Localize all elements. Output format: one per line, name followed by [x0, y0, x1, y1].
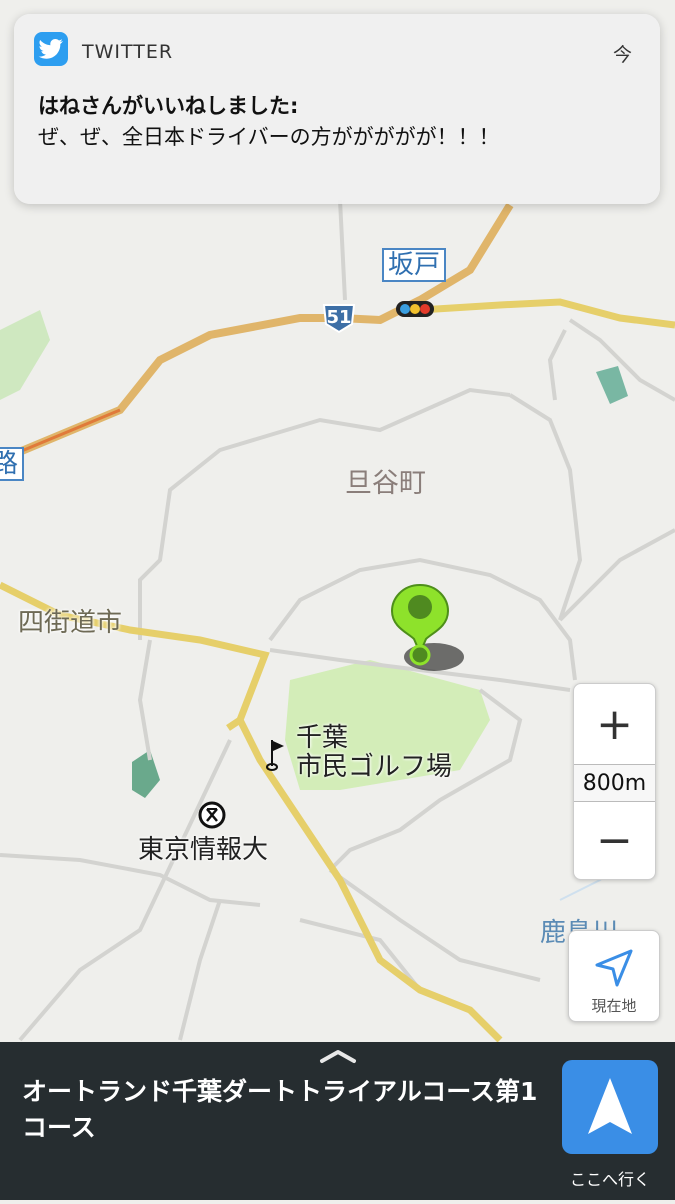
- road-label-edge: 路: [0, 447, 25, 481]
- destination-panel[interactable]: オートランド千葉ダートトライアルコース第1コース ここへ行く: [0, 1042, 675, 1200]
- poi-label-university: 東京情報大: [138, 835, 269, 865]
- zoom-control: + 800m −: [573, 683, 656, 880]
- current-location-button[interactable]: 現在地: [568, 930, 660, 1022]
- notification-app-name: TWITTER: [82, 41, 174, 63]
- place-label-sakado: 坂戸: [382, 248, 447, 282]
- school-symbol-icon: [198, 801, 226, 829]
- current-location-label: 現在地: [591, 997, 637, 1015]
- navigate-button[interactable]: [562, 1060, 658, 1154]
- destination-title: オートランド千葉ダートトライアルコース第1コース: [22, 1077, 538, 1142]
- navigation-arrow-icon: [588, 1078, 632, 1134]
- zoom-out-button[interactable]: −: [574, 800, 655, 879]
- traffic-light-icon: [396, 301, 434, 317]
- green-location-pin[interactable]: [384, 575, 468, 675]
- golf-flag-icon: [266, 740, 284, 771]
- notification-title: はねさんがいいねしました:: [38, 94, 299, 118]
- location-arrow-icon: [595, 949, 633, 987]
- poi-label-golf-line2: 市民ゴルフ場: [296, 752, 453, 782]
- route-number-label: 51: [326, 307, 352, 328]
- city-label-yotsukaido: 四街道市: [18, 608, 123, 638]
- navigate-label: ここへ行く: [569, 1170, 650, 1189]
- area-label-tanyacho: 旦谷町: [345, 468, 426, 499]
- twitter-bird-icon: [38, 39, 63, 59]
- notification-banner[interactable]: TWITTER 今 はねさんがいいねしました: ぜ、ぜ、全日本ドライバーの方がが…: [14, 14, 660, 204]
- zoom-in-button[interactable]: +: [574, 684, 655, 764]
- chevron-up-icon[interactable]: [318, 1048, 358, 1064]
- notification-body: ぜ、ぜ、全日本ドライバーの方ががががが！！！: [38, 125, 500, 149]
- twitter-app-icon: [34, 32, 68, 66]
- notification-time: 今: [612, 44, 632, 66]
- poi-label-golf-line1: 千葉: [296, 723, 349, 753]
- map-scale-label: 800m: [574, 764, 655, 802]
